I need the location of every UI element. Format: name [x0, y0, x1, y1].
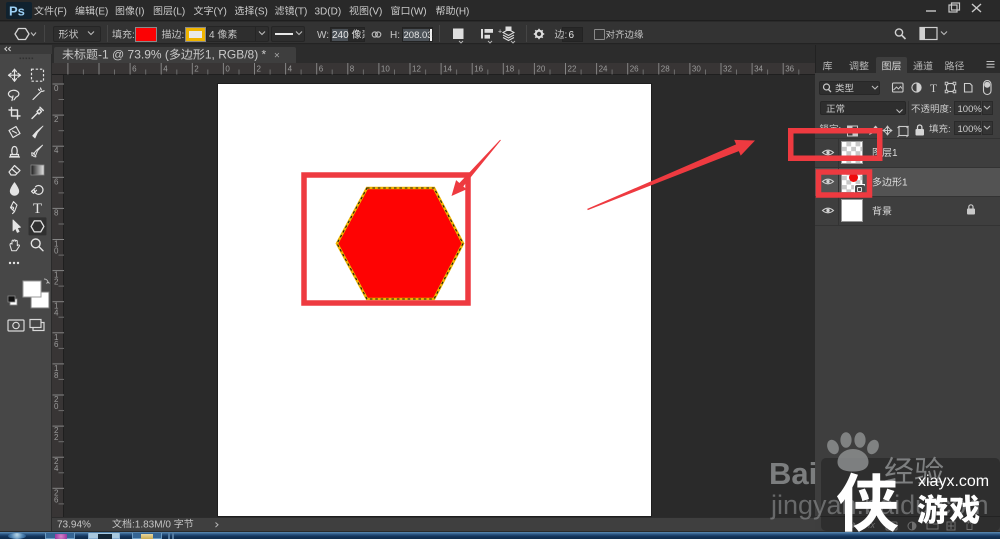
svg-text:Bai: Bai	[769, 456, 817, 491]
svg-text:xiayx.com: xiayx.com	[918, 473, 989, 490]
